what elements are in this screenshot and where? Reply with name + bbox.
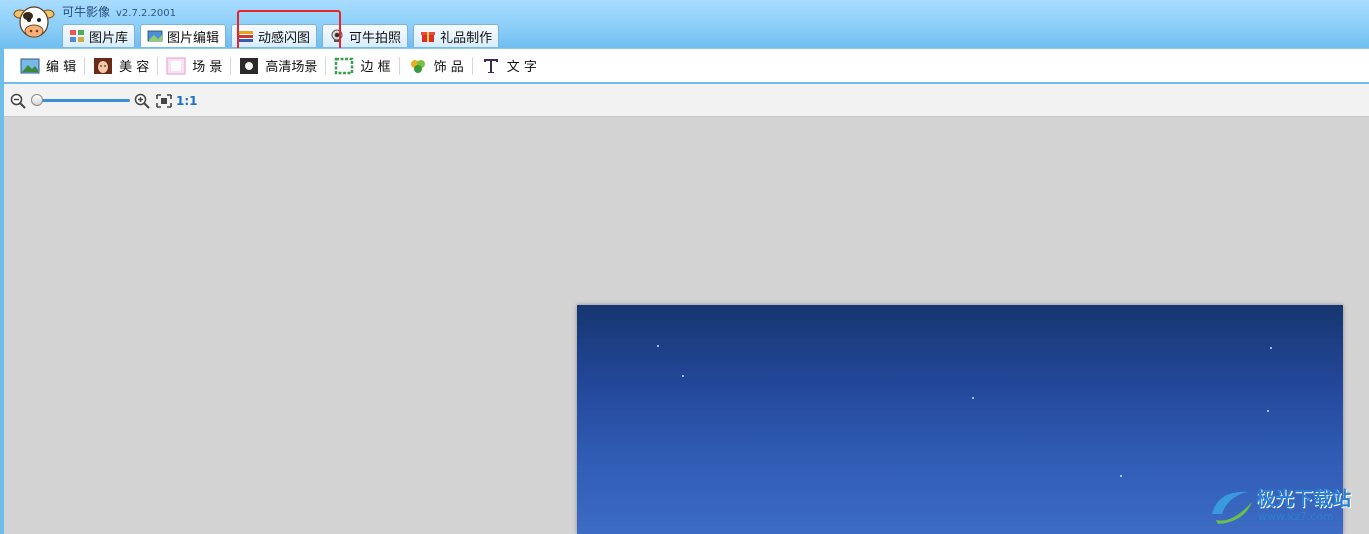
zoom-bar: 1:1 <box>4 84 1369 117</box>
hd-scene-icon <box>240 57 259 74</box>
tool-hd-scene[interactable]: 高清场景 <box>231 54 325 78</box>
tab-label: 图片编辑 <box>167 30 220 46</box>
tool-label: 饰 品 <box>433 60 464 75</box>
zoom-out-icon[interactable] <box>10 93 26 109</box>
star <box>1267 410 1269 412</box>
tool-label: 场 景 <box>192 60 223 75</box>
title-bar: 可牛影像 v2.7.2.2001 图片库 图片编辑 动感闪图 可牛拍照 礼品制作 <box>0 0 1369 55</box>
zoom-slider-track[interactable] <box>32 99 130 102</box>
tool-label: 美 容 <box>119 60 150 75</box>
tool-label: 高清场景 <box>265 60 318 75</box>
tab-gift[interactable]: 礼品制作 <box>413 24 500 47</box>
fit-window-icon[interactable] <box>156 94 172 108</box>
watermark-logo-icon <box>1212 491 1252 524</box>
tab-label: 礼品制作 <box>440 30 493 46</box>
tool-edit[interactable]: 编 辑 <box>12 54 84 78</box>
app-title: 可牛影像 v2.7.2.2001 <box>62 3 176 20</box>
text-icon <box>483 58 498 73</box>
watermark-text: 极光下载站 <box>1256 488 1352 510</box>
scene-icon <box>166 57 186 74</box>
tool-label: 文 字 <box>506 60 537 75</box>
tool-label: 编 辑 <box>46 60 77 75</box>
photo-library-icon <box>70 30 84 42</box>
photo-edit-icon <box>147 30 163 42</box>
tab-photo-library[interactable]: 图片库 <box>62 24 136 47</box>
tab-photo-edit[interactable]: 图片编辑 <box>140 24 227 47</box>
tool-label: 边 框 <box>360 60 391 75</box>
app-name: 可牛影像 <box>62 5 111 19</box>
star <box>682 375 684 377</box>
star <box>972 397 974 399</box>
tool-beauty[interactable]: 美 容 <box>85 54 157 78</box>
watermark-url: www.xz7.com <box>1258 510 1334 523</box>
tool-decoration[interactable]: 饰 品 <box>400 54 472 78</box>
zoom-slider-thumb[interactable] <box>31 94 43 106</box>
tool-scene[interactable]: 场 景 <box>158 54 230 78</box>
clover-icon <box>410 59 425 73</box>
star <box>1120 475 1122 477</box>
frame-icon <box>335 57 354 74</box>
tab-label: 图片库 <box>89 30 129 46</box>
tool-frame[interactable]: 边 框 <box>326 54 398 78</box>
star <box>1270 347 1272 349</box>
edit-toolbar: 编 辑 美 容 场 景 高清场景 边 框 饰 品 文 字 <box>4 48 1369 84</box>
tab-label: 可牛拍照 <box>349 30 402 46</box>
cow-logo-icon <box>13 6 55 38</box>
star <box>657 345 659 347</box>
watermark: 极光下载站 www.xz7.com <box>1208 482 1364 530</box>
face-icon <box>94 57 113 74</box>
gift-icon <box>421 32 436 42</box>
zoom-in-icon[interactable] <box>134 93 150 109</box>
landscape-icon <box>20 58 40 73</box>
actual-size-button[interactable]: 1:1 <box>176 94 198 108</box>
app-version: v2.7.2.2001 <box>116 8 177 19</box>
tool-text[interactable]: 文 字 <box>473 54 545 78</box>
